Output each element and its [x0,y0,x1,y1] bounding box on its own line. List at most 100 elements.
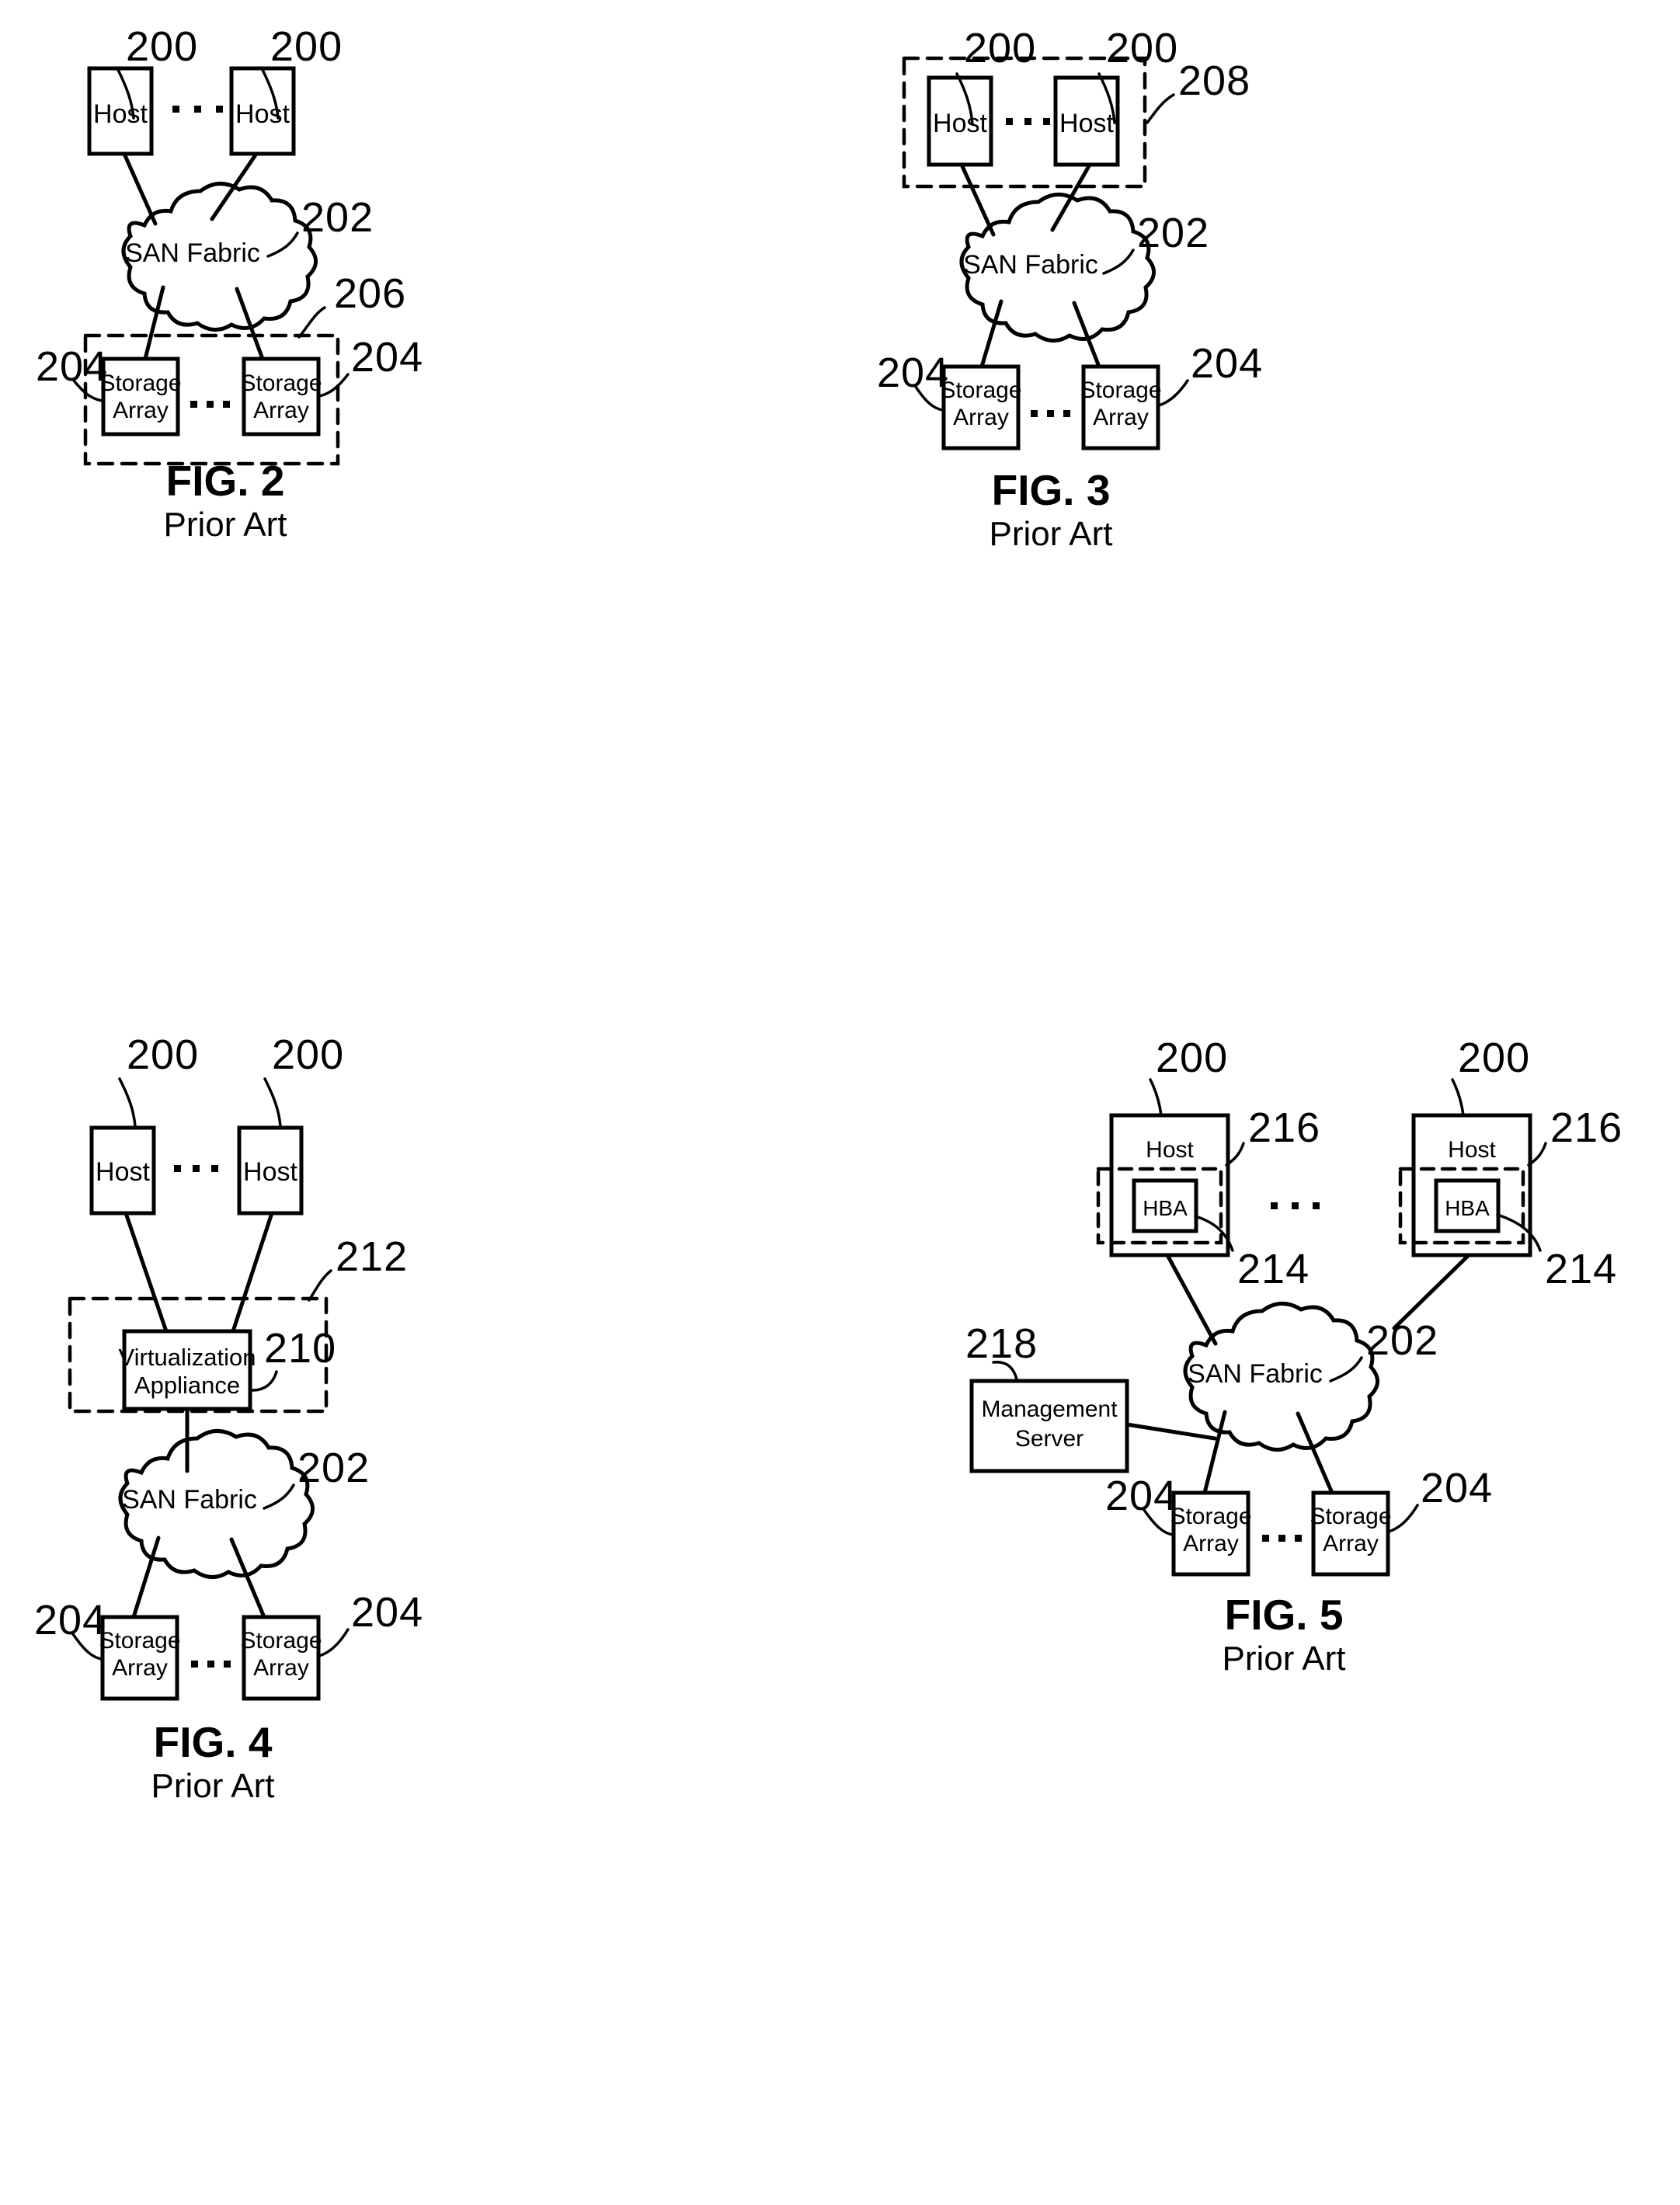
figure-3-title: FIG. 3 [992,466,1111,514]
leader-line-storage-right [1157,379,1189,407]
leader-line-host-right [263,1077,282,1128]
host-label-right: Host [1059,109,1114,138]
san-fabric-label: SAN Fabric [963,250,1098,280]
link-host-left-to-fabric [1165,1253,1218,1346]
ellipsis-storage [1031,410,1070,417]
san-fabric-label: SAN Fabric [1188,1359,1323,1389]
ref-218-management-server: 218 [965,1320,1038,1367]
storage-label-right-2: Array [1093,405,1149,430]
ref-204-storage-left: 204 [36,343,108,390]
storage-label-right-2: Array [253,1655,309,1681]
host-label-left: Host [96,1157,150,1187]
link-host-left-to-appliance [123,1211,169,1334]
ellipsis-hosts [1271,1202,1320,1209]
leader-line-storage-group [297,306,326,339]
ref-204-storage-left: 204 [1105,1473,1177,1519]
host-label-right: Host [1448,1137,1496,1163]
ellipsis-hosts [1006,118,1050,125]
ref-200-host-left: 200 [1156,1035,1228,1081]
storage-label-right-1: Storage [1080,377,1161,403]
leader-line-host-group [1146,93,1175,124]
leader-line-san-fabric [266,231,299,258]
host-box-right [1411,1113,1532,1257]
link-host-left-to-fabric [959,162,996,237]
figure-5-title: FIG. 5 [1225,1591,1344,1639]
ref-204-storage-right: 204 [1421,1465,1493,1511]
virtualization-label-1: Virtualization [119,1344,256,1371]
hba-label-left: HBA [1143,1196,1188,1220]
figure-3-subtitle: Prior Art [990,515,1113,553]
leader-line-san-fabric [1102,249,1135,275]
ref-214-hba-right: 214 [1545,1246,1617,1292]
ref-200-host-right: 200 [272,1031,344,1078]
leader-line-virtualization-group [308,1269,332,1302]
link-host-right-to-appliance [231,1211,274,1334]
management-label-2: Server [1015,1426,1083,1452]
link-host-left-to-fabric [122,151,158,226]
leader-line-san-fabric [263,1483,295,1510]
storage-label-right-2: Array [1323,1531,1379,1556]
ref-202-san-fabric: 202 [1366,1317,1438,1364]
san-fabric-label: SAN Fabric [125,238,260,268]
leader-line-host-right [1451,1078,1465,1117]
ref-212-virtualization-group: 212 [336,1233,408,1280]
figure-5: 200 200 Host Host HBA HBA 216 216 214 21… [841,980,1680,2205]
figure-2-subtitle: Prior Art [164,506,287,544]
ellipsis-storage [191,1661,231,1668]
ref-202-san-fabric: 202 [297,1445,370,1491]
figure-2-title: FIG. 2 [166,457,285,505]
link-fabric-to-storage-left [143,285,165,361]
leader-line-storage-right [318,1628,350,1657]
virtualization-label-2: Appliance [134,1372,240,1399]
ref-216-hba-group-left: 216 [1248,1104,1320,1151]
host-label-left: Host [93,99,148,129]
host-label-left: Host [933,109,987,138]
storage-label-left-1: Storage [940,377,1021,403]
ref-204-storage-right: 204 [351,1589,423,1636]
figure-4-title: FIG. 4 [154,1718,273,1766]
link-fabric-to-storage-left [131,1536,161,1619]
ellipsis-storage [190,401,230,408]
ref-202-san-fabric: 202 [1137,210,1209,256]
host-label-right: Host [243,1157,297,1187]
leader-line-host-left [1149,1078,1163,1117]
ref-204-storage-left: 204 [877,350,949,396]
link-fabric-to-storage-right [1296,1411,1334,1495]
leader-line-hba-right [1496,1213,1542,1252]
ref-202-san-fabric: 202 [301,194,374,241]
storage-label-left-2: Array [113,398,169,423]
ellipsis-storage [1262,1535,1302,1542]
figure-3: 200 200 Host Host 208 SAN Fabric 202 204… [841,0,1680,979]
ellipsis-hosts [172,106,223,113]
storage-label-left-1: Storage [99,1628,180,1654]
leader-line-san-fabric [1329,1356,1363,1382]
storage-label-left-1: Storage [99,370,181,396]
storage-label-left-1: Storage [1170,1504,1251,1529]
host-box-left [1109,1113,1230,1257]
ellipsis-hosts [174,1165,218,1172]
ref-216-hba-group-right: 216 [1550,1104,1623,1151]
leader-line-virtualization-appliance [251,1370,278,1392]
ref-200-host-right: 200 [1106,25,1178,71]
link-management-to-fabric [1125,1422,1217,1441]
storage-label-right-1: Storage [240,1628,322,1654]
ref-200-host-left: 200 [964,25,1036,71]
ref-200-host-right: 200 [1458,1035,1530,1081]
storage-label-left-2: Array [112,1655,168,1681]
ref-204-storage-right: 204 [351,334,423,381]
ref-204-storage-left: 204 [34,1597,106,1643]
ref-208-host-group: 208 [1178,57,1250,104]
ref-210-virtualization-appliance: 210 [264,1325,336,1372]
ref-200-host-left: 200 [126,23,198,70]
storage-label-right-1: Storage [240,370,322,396]
figure-4-subtitle: Prior Art [151,1767,275,1805]
figure-5-subtitle: Prior Art [1223,1640,1346,1678]
figure-2: 200 200 Host Host SAN Fabric 202 206 204… [0,0,839,979]
host-label-left: Host [1146,1137,1194,1163]
leader-line-storage-right [317,373,350,398]
leader-line-host-left [118,1077,137,1128]
san-fabric-label: SAN Fabric [122,1485,257,1515]
ref-214-hba-left: 214 [1237,1246,1310,1292]
ref-200-host-left: 200 [127,1031,199,1078]
ref-204-storage-right: 204 [1191,340,1263,387]
